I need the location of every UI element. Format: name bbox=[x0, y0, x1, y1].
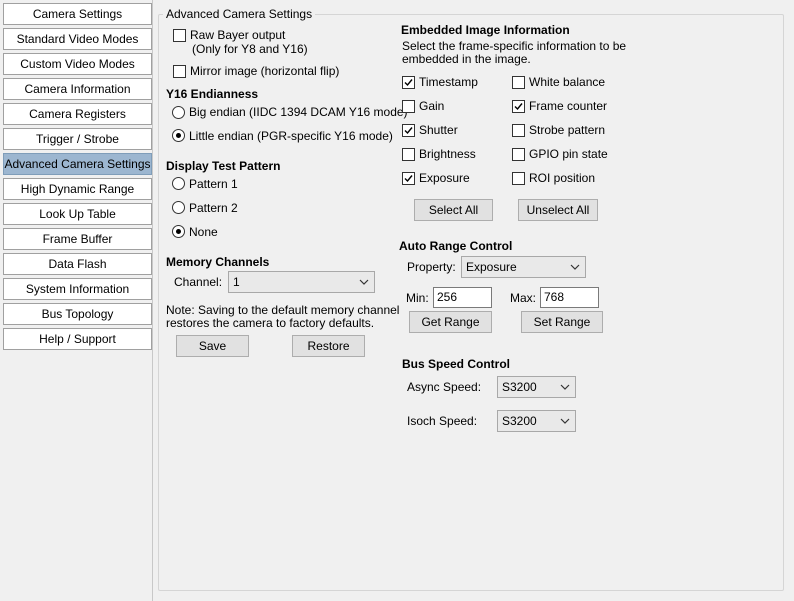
memory-channels-heading: Memory Channels bbox=[166, 255, 270, 269]
pattern-1-label: Pattern 1 bbox=[189, 177, 238, 191]
shutter-label: Shutter bbox=[419, 123, 458, 137]
isoch-speed-select[interactable]: S3200 bbox=[497, 410, 576, 432]
unselect-all-button[interactable]: Unselect All bbox=[518, 199, 598, 221]
set-range-button[interactable]: Set Range bbox=[521, 311, 603, 333]
big-endian-label: Big endian (IIDC 1394 DCAM Y16 mode) bbox=[189, 105, 408, 119]
nav-help-support[interactable]: Help / Support bbox=[3, 328, 152, 350]
async-speed-label: Async Speed: bbox=[407, 380, 482, 394]
nav-advanced-camera-settings[interactable]: Advanced Camera Settings bbox=[3, 153, 152, 175]
pattern-none-label: None bbox=[189, 225, 218, 239]
nav-camera-registers[interactable]: Camera Registers bbox=[3, 103, 152, 125]
y16-endianness-heading: Y16 Endianness bbox=[166, 87, 259, 101]
nav-frame-buffer[interactable]: Frame Buffer bbox=[3, 228, 152, 250]
raw-bayer-sublabel: (Only for Y8 and Y16) bbox=[192, 42, 308, 56]
nav-bus-topology[interactable]: Bus Topology bbox=[3, 303, 152, 325]
brightness-checkbox[interactable] bbox=[402, 148, 415, 161]
big-endian-radio[interactable] bbox=[172, 106, 185, 119]
nav-high-dynamic-range[interactable]: High Dynamic Range bbox=[3, 178, 152, 200]
mirror-image-label: Mirror image (horizontal flip) bbox=[190, 64, 340, 78]
max-input[interactable]: 768 bbox=[540, 287, 599, 308]
save-button[interactable]: Save bbox=[176, 335, 249, 357]
strobe-pattern-label: Strobe pattern bbox=[529, 123, 606, 137]
isoch-speed-label: Isoch Speed: bbox=[407, 414, 478, 428]
select-all-button[interactable]: Select All bbox=[414, 199, 493, 221]
little-endian-label: Little endian (PGR-specific Y16 mode) bbox=[189, 129, 393, 143]
white-balance-checkbox[interactable] bbox=[512, 76, 525, 89]
nav-data-flash[interactable]: Data Flash bbox=[3, 253, 152, 275]
nav-look-up-table[interactable]: Look Up Table bbox=[3, 203, 152, 225]
timestamp-label: Timestamp bbox=[419, 75, 478, 89]
memory-note-line1: Note: Saving to the default memory chann… bbox=[166, 303, 400, 317]
checkmark-icon bbox=[514, 103, 523, 111]
timestamp-checkbox[interactable] bbox=[402, 76, 415, 89]
max-label: Max: bbox=[510, 291, 537, 305]
property-select[interactable]: Exposure bbox=[461, 256, 586, 278]
nav-camera-information[interactable]: Camera Information bbox=[3, 78, 152, 100]
frame-counter-checkbox[interactable] bbox=[512, 100, 525, 113]
test-pattern-heading: Display Test Pattern bbox=[166, 159, 281, 173]
little-endian-radio[interactable] bbox=[172, 129, 185, 142]
nav-custom-video-modes[interactable]: Custom Video Modes bbox=[3, 53, 152, 75]
channel-value: 1 bbox=[233, 275, 240, 289]
chevron-down-icon bbox=[560, 384, 570, 390]
nav-trigger-strobe[interactable]: Trigger / Strobe bbox=[3, 128, 152, 150]
roi-position-checkbox[interactable] bbox=[512, 172, 525, 185]
isoch-speed-value: S3200 bbox=[502, 414, 537, 428]
gain-checkbox[interactable] bbox=[402, 100, 415, 113]
min-input[interactable]: 256 bbox=[433, 287, 492, 308]
chevron-down-icon bbox=[359, 279, 369, 285]
gpio-pin-state-checkbox[interactable] bbox=[512, 148, 525, 161]
checkmark-icon bbox=[404, 127, 413, 135]
embedded-desc-line1: Select the frame-specific information to… bbox=[402, 39, 627, 53]
auto-range-heading: Auto Range Control bbox=[399, 239, 513, 253]
checkmark-icon bbox=[404, 79, 413, 87]
brightness-label: Brightness bbox=[419, 147, 476, 161]
frame-counter-label: Frame counter bbox=[529, 99, 608, 113]
nav-system-information[interactable]: System Information bbox=[3, 278, 152, 300]
exposure-label: Exposure bbox=[419, 171, 470, 185]
gain-label: Gain bbox=[419, 99, 445, 113]
groupbox-title: Advanced Camera Settings bbox=[163, 7, 316, 21]
memory-note-line2: restores the camera to factory defaults. bbox=[166, 316, 375, 330]
get-range-button[interactable]: Get Range bbox=[409, 311, 492, 333]
pattern-2-radio[interactable] bbox=[172, 201, 185, 214]
sidebar: Camera Settings Standard Video Modes Cus… bbox=[0, 0, 154, 601]
raw-bayer-label: Raw Bayer output bbox=[190, 28, 286, 42]
chevron-down-icon bbox=[570, 264, 580, 270]
checkmark-icon bbox=[404, 175, 413, 183]
channel-label: Channel: bbox=[174, 275, 223, 289]
mirror-image-checkbox[interactable] bbox=[173, 65, 186, 78]
shutter-checkbox[interactable] bbox=[402, 124, 415, 137]
async-speed-select[interactable]: S3200 bbox=[497, 376, 576, 398]
raw-bayer-checkbox[interactable] bbox=[173, 29, 186, 42]
nav-standard-video-modes[interactable]: Standard Video Modes bbox=[3, 28, 152, 50]
pattern-2-label: Pattern 2 bbox=[189, 201, 238, 215]
async-speed-value: S3200 bbox=[502, 380, 537, 394]
channel-select[interactable]: 1 bbox=[228, 271, 375, 293]
exposure-checkbox[interactable] bbox=[402, 172, 415, 185]
pattern-none-radio[interactable] bbox=[172, 225, 185, 238]
min-label: Min: bbox=[406, 291, 429, 305]
property-value: Exposure bbox=[466, 260, 517, 274]
pattern-1-radio[interactable] bbox=[172, 177, 185, 190]
property-label: Property: bbox=[407, 260, 456, 274]
embedded-info-heading: Embedded Image Information bbox=[401, 23, 570, 37]
gpio-pin-state-label: GPIO pin state bbox=[529, 147, 608, 161]
roi-position-label: ROI position bbox=[529, 171, 596, 185]
restore-button[interactable]: Restore bbox=[292, 335, 365, 357]
embedded-desc-line2: embedded in the image. bbox=[402, 52, 531, 66]
strobe-pattern-checkbox[interactable] bbox=[512, 124, 525, 137]
white-balance-label: White balance bbox=[529, 75, 606, 89]
nav-camera-settings[interactable]: Camera Settings bbox=[3, 3, 152, 25]
bus-speed-heading: Bus Speed Control bbox=[402, 357, 511, 371]
chevron-down-icon bbox=[560, 418, 570, 424]
